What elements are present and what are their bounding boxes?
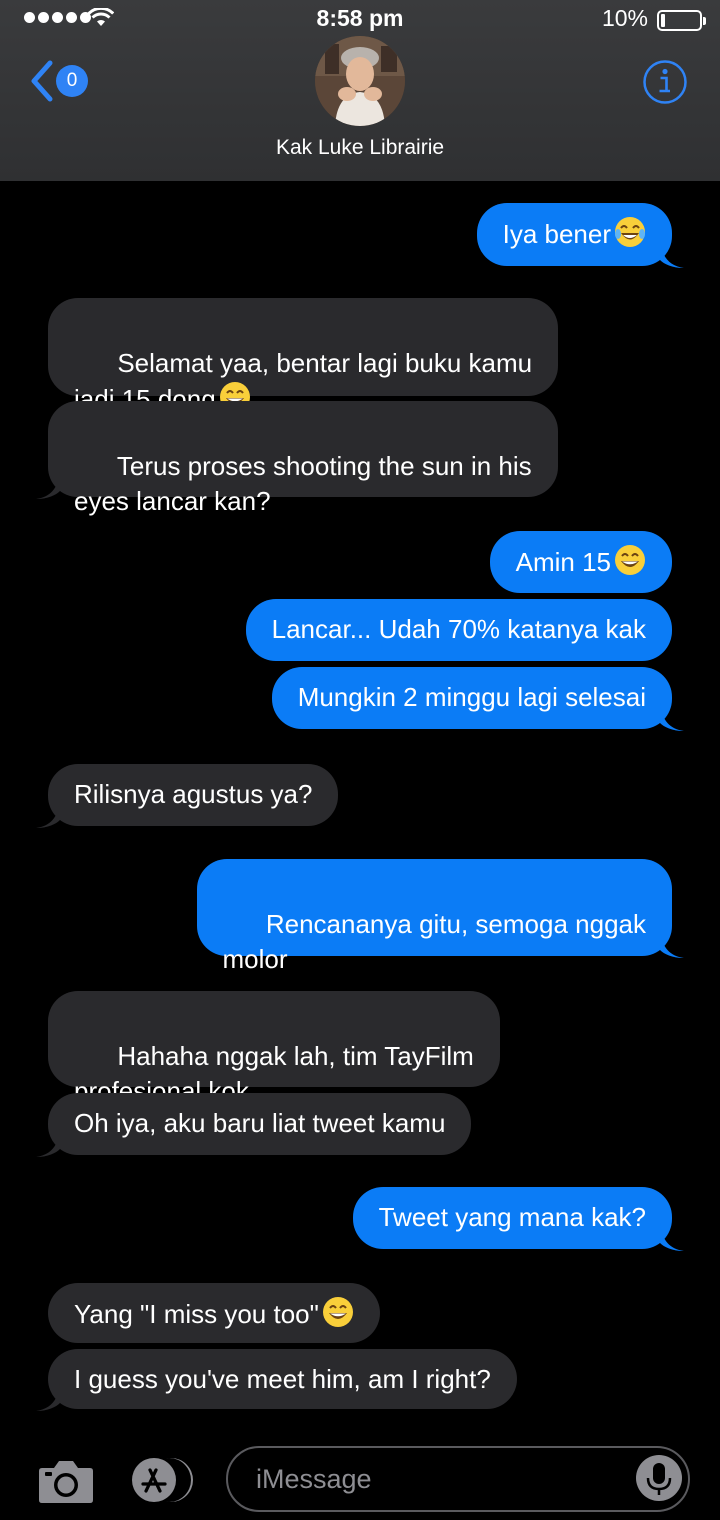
grinning-emoji xyxy=(322,1297,353,1327)
conversation-header: 8:58 pm 10% 0 Kak Luke Librairie xyxy=(0,0,720,181)
battery-icon xyxy=(657,10,706,31)
message-bubble-outgoing[interactable]: Rencananya gitu, semoga nggak molor xyxy=(196,859,684,974)
grinning-emoji xyxy=(615,545,645,575)
message-bubble-outgoing[interactable]: Amin 15 xyxy=(489,531,672,593)
message-bubble-outgoing[interactable]: Mungkin 2 minggu lagi selesai xyxy=(271,667,684,731)
message-bubble-incoming[interactable]: I guess you've meet him, am I right? xyxy=(36,1349,517,1411)
message-text: Amin 15 xyxy=(515,547,611,577)
camera-button[interactable] xyxy=(38,1456,94,1504)
message-bubble-outgoing[interactable]: Tweet yang mana kak? xyxy=(352,1187,684,1251)
imessage-input[interactable] xyxy=(226,1446,690,1512)
message-text: Terus proses shooting the sun in his eye… xyxy=(74,451,532,516)
info-button[interactable] xyxy=(642,59,688,105)
screen: 8:58 pm 10% 0 Kak Luke Librairie Iya ben… xyxy=(0,0,720,1520)
message-bubble-incoming[interactable]: Hahaha nggak lah, tim TayFilm profesiona… xyxy=(48,991,500,1106)
message-text: Iya bener xyxy=(502,219,611,249)
app-store-icon xyxy=(132,1458,193,1502)
microphone-button[interactable] xyxy=(636,1455,682,1501)
message-text: Rilisnya agustus ya? xyxy=(74,779,313,809)
contact-name[interactable]: Kak Luke Librairie xyxy=(0,136,720,160)
message-text: Yang "I miss you too" xyxy=(74,1299,319,1329)
message-text: Lancar... Udah 70% katanya kak xyxy=(271,614,646,644)
info-icon xyxy=(643,60,687,104)
back-button[interactable]: 0 xyxy=(28,56,98,106)
message-bubble-incoming[interactable]: Selamat yaa, bentar lagi buku kamu jadi … xyxy=(48,298,559,414)
message-text: Rencananya gitu, semoga nggak molor xyxy=(222,909,647,974)
microphone-icon xyxy=(646,1463,672,1495)
message-text: Oh iya, aku baru liat tweet kamu xyxy=(74,1108,446,1138)
message-bubble-incoming[interactable]: Rilisnya agustus ya? xyxy=(36,764,339,828)
message-bubble-incoming[interactable]: Oh iya, aku baru liat tweet kamu xyxy=(36,1093,472,1157)
app-store-button[interactable] xyxy=(129,1455,197,1505)
message-bubble-outgoing[interactable]: Lancar... Udah 70% katanya kak xyxy=(245,599,672,661)
message-bubble-incoming[interactable]: Terus proses shooting the sun in his eye… xyxy=(36,401,558,516)
camera-icon xyxy=(39,1461,93,1503)
battery-percentage: 10% xyxy=(601,5,648,31)
message-text: I guess you've meet him, am I right? xyxy=(74,1364,491,1394)
message-text: Tweet yang mana kak? xyxy=(378,1202,646,1232)
unread-count-badge: 0 xyxy=(56,65,88,97)
status-bar: 8:58 pm 10% xyxy=(0,0,720,40)
laughing-tears-emoji xyxy=(615,217,645,247)
back-chevron-icon xyxy=(31,60,53,102)
message-bubble-outgoing[interactable]: Iya bener xyxy=(476,203,684,268)
message-text: Mungkin 2 minggu lagi selesai xyxy=(297,682,646,712)
message-bubble-incoming[interactable]: Yang "I miss you too" xyxy=(48,1283,380,1343)
contact-avatar[interactable] xyxy=(315,36,405,126)
